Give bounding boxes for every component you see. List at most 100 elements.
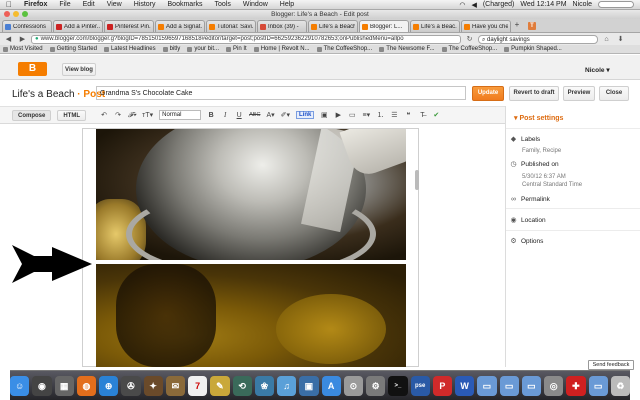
bookmark-item[interactable]: The CoffeeShop... [441,46,497,52]
photos-icon[interactable]: ❀ [254,375,274,396]
pdf-icon[interactable]: P [432,375,452,396]
insert-image-icon[interactable]: ▣ [320,111,328,119]
browser-tab[interactable]: Add a Pinter... [53,20,103,32]
wifi-icon[interactable]: ◠ [459,1,465,9]
insert-video-icon[interactable]: ▶ [334,111,342,119]
bookmark-item[interactable]: Most Visited [3,46,43,52]
camera-icon[interactable]: ◎ [544,375,564,396]
menu-history[interactable]: History [128,1,162,8]
bookmark-item[interactable]: The CoffeeShop... [316,46,372,52]
bookmark-item[interactable]: your bit... [187,46,219,52]
menu-edit[interactable]: Edit [77,1,101,8]
browser-tab[interactable]: Inbox (39) - [257,20,307,32]
folder3-icon[interactable]: ▭ [521,375,541,396]
browser-tab[interactable]: Tutorial: Savi... [206,20,256,32]
browser-tab[interactable]: Add a Signat... [155,20,205,32]
new-tab-icon[interactable]: + [512,20,522,32]
menu-file[interactable]: File [53,1,76,8]
text-color-icon[interactable]: A▾ [266,111,274,119]
battery-status[interactable]: (Charged) [483,1,515,8]
undo-icon[interactable]: ↶ [100,111,108,119]
dashboard-icon[interactable]: ◉ [32,375,52,396]
permalink-section[interactable]: ∞ Permalink [510,196,550,203]
safari-icon[interactable]: ⊕ [99,375,119,396]
location-section[interactable]: ◉ Location [510,217,545,224]
browser-tab[interactable]: Have you che... [461,20,511,32]
zoom-window-icon[interactable] [22,11,28,17]
calendar-icon[interactable]: 7 [188,375,208,396]
flag-icon[interactable]: ✚ [566,375,586,396]
post-image-batter[interactable] [96,264,406,367]
bookmark-item[interactable]: The Newsome F... [379,46,435,52]
italic-button[interactable]: I [221,111,229,119]
search-input[interactable]: ⌕ daylight savings [478,34,598,44]
font-size-icon[interactable]: ᴛT▾ [142,111,153,119]
facetime-icon[interactable]: ✇ [121,375,141,396]
spotlight-search-icon[interactable] [598,1,634,8]
home-icon[interactable]: ⌂ [601,35,612,44]
forward-icon[interactable]: ▶ [17,35,28,44]
bold-button[interactable]: B [207,112,215,119]
font-family-icon[interactable]: 𝓕▾ [128,111,136,120]
menu-bookmarks[interactable]: Bookmarks [162,1,209,8]
itunes-icon[interactable]: ♫ [277,375,297,396]
reload-icon[interactable]: ↻ [464,35,475,44]
menu-help[interactable]: Help [274,1,300,8]
spellcheck-icon[interactable]: ✔ [432,111,440,119]
published-section[interactable]: ◷ Published on [510,161,558,168]
align-icon[interactable]: ≡▾ [362,111,371,119]
photoshop-elements-icon[interactable]: pse [410,375,430,396]
clock[interactable]: Wed 12:14 PM [520,1,566,8]
bookmark-item[interactable]: Pumpkin Shaped... [504,46,562,52]
minimize-window-icon[interactable] [13,11,19,17]
menu-firefox[interactable]: Firefox [18,1,53,8]
update-button[interactable]: Update [472,86,504,101]
bookmark-item[interactable]: Latest Headlines [103,46,156,52]
bookmark-item[interactable]: bitly [162,46,180,52]
iphoto-icon[interactable]: ▣ [299,375,319,396]
finder-icon[interactable]: ☺ [10,375,30,396]
close-window-icon[interactable] [4,11,10,17]
remove-formatting-icon[interactable]: T̶ [418,112,426,119]
trash-icon[interactable]: ♻ [610,375,630,396]
download-icon[interactable]: ⬇ [615,35,626,44]
preview-button[interactable]: Preview [563,86,595,101]
stamps-icon[interactable]: ✉ [165,375,185,396]
underline-button[interactable]: U [235,112,243,119]
back-icon[interactable]: ◀ [3,35,14,44]
volume-icon[interactable]: ◀ [471,1,476,9]
menu-window[interactable]: Window [237,1,274,8]
photo-icon[interactable]: ✦ [143,375,163,396]
send-feedback-button[interactable]: Send feedback [588,360,634,370]
menubar-user[interactable]: Nicole [573,1,592,8]
view-blog-button[interactable]: View blog [62,63,96,76]
url-bar[interactable]: ● www.blogger.com/blogger.g?blogID=78515… [31,34,461,44]
bookmark-item[interactable]: Getting Started [49,46,97,52]
folder4-icon[interactable]: ▭ [588,375,608,396]
terminal-icon[interactable]: >_ [388,375,408,396]
highlight-icon[interactable]: ✐▾ [281,111,290,119]
browser-tab[interactable]: Confessions [2,20,52,32]
system-prefs-icon[interactable]: ⚙ [366,375,386,396]
menu-view[interactable]: View [101,1,128,8]
tab-extra-icon[interactable]: T [528,22,536,30]
word-icon[interactable]: W [455,375,475,396]
folder2-icon[interactable]: ▭ [499,375,519,396]
redo-icon[interactable]: ↷ [114,111,122,119]
options-section[interactable]: ⚙ Options [510,238,543,245]
browser-tab[interactable]: Life's a Beach [308,20,358,32]
post-title-input[interactable]: Grandma S's Chocolate Cake [96,86,466,100]
folder-icon[interactable]: ▭ [477,375,497,396]
blogger-logo-icon[interactable]: B [18,62,47,76]
preview-icon[interactable]: ⊙ [343,375,363,396]
time-machine-icon[interactable]: ⟲ [232,375,252,396]
post-settings-heading[interactable]: ▾ Post settings [514,114,563,122]
numbered-list-icon[interactable]: ⒈ [376,110,384,120]
compose-mode-button[interactable]: Compose [12,109,52,121]
revert-to-draft-button[interactable]: Revert to draft [509,86,559,101]
browser-tab[interactable]: Life's a Beac... [410,20,460,32]
close-button[interactable]: Close [599,86,629,101]
bullet-list-icon[interactable]: ☰ [390,111,398,119]
bookmark-item[interactable]: Pin It [226,46,247,52]
browser-tab[interactable]: Pinterest Pin... [104,20,154,32]
